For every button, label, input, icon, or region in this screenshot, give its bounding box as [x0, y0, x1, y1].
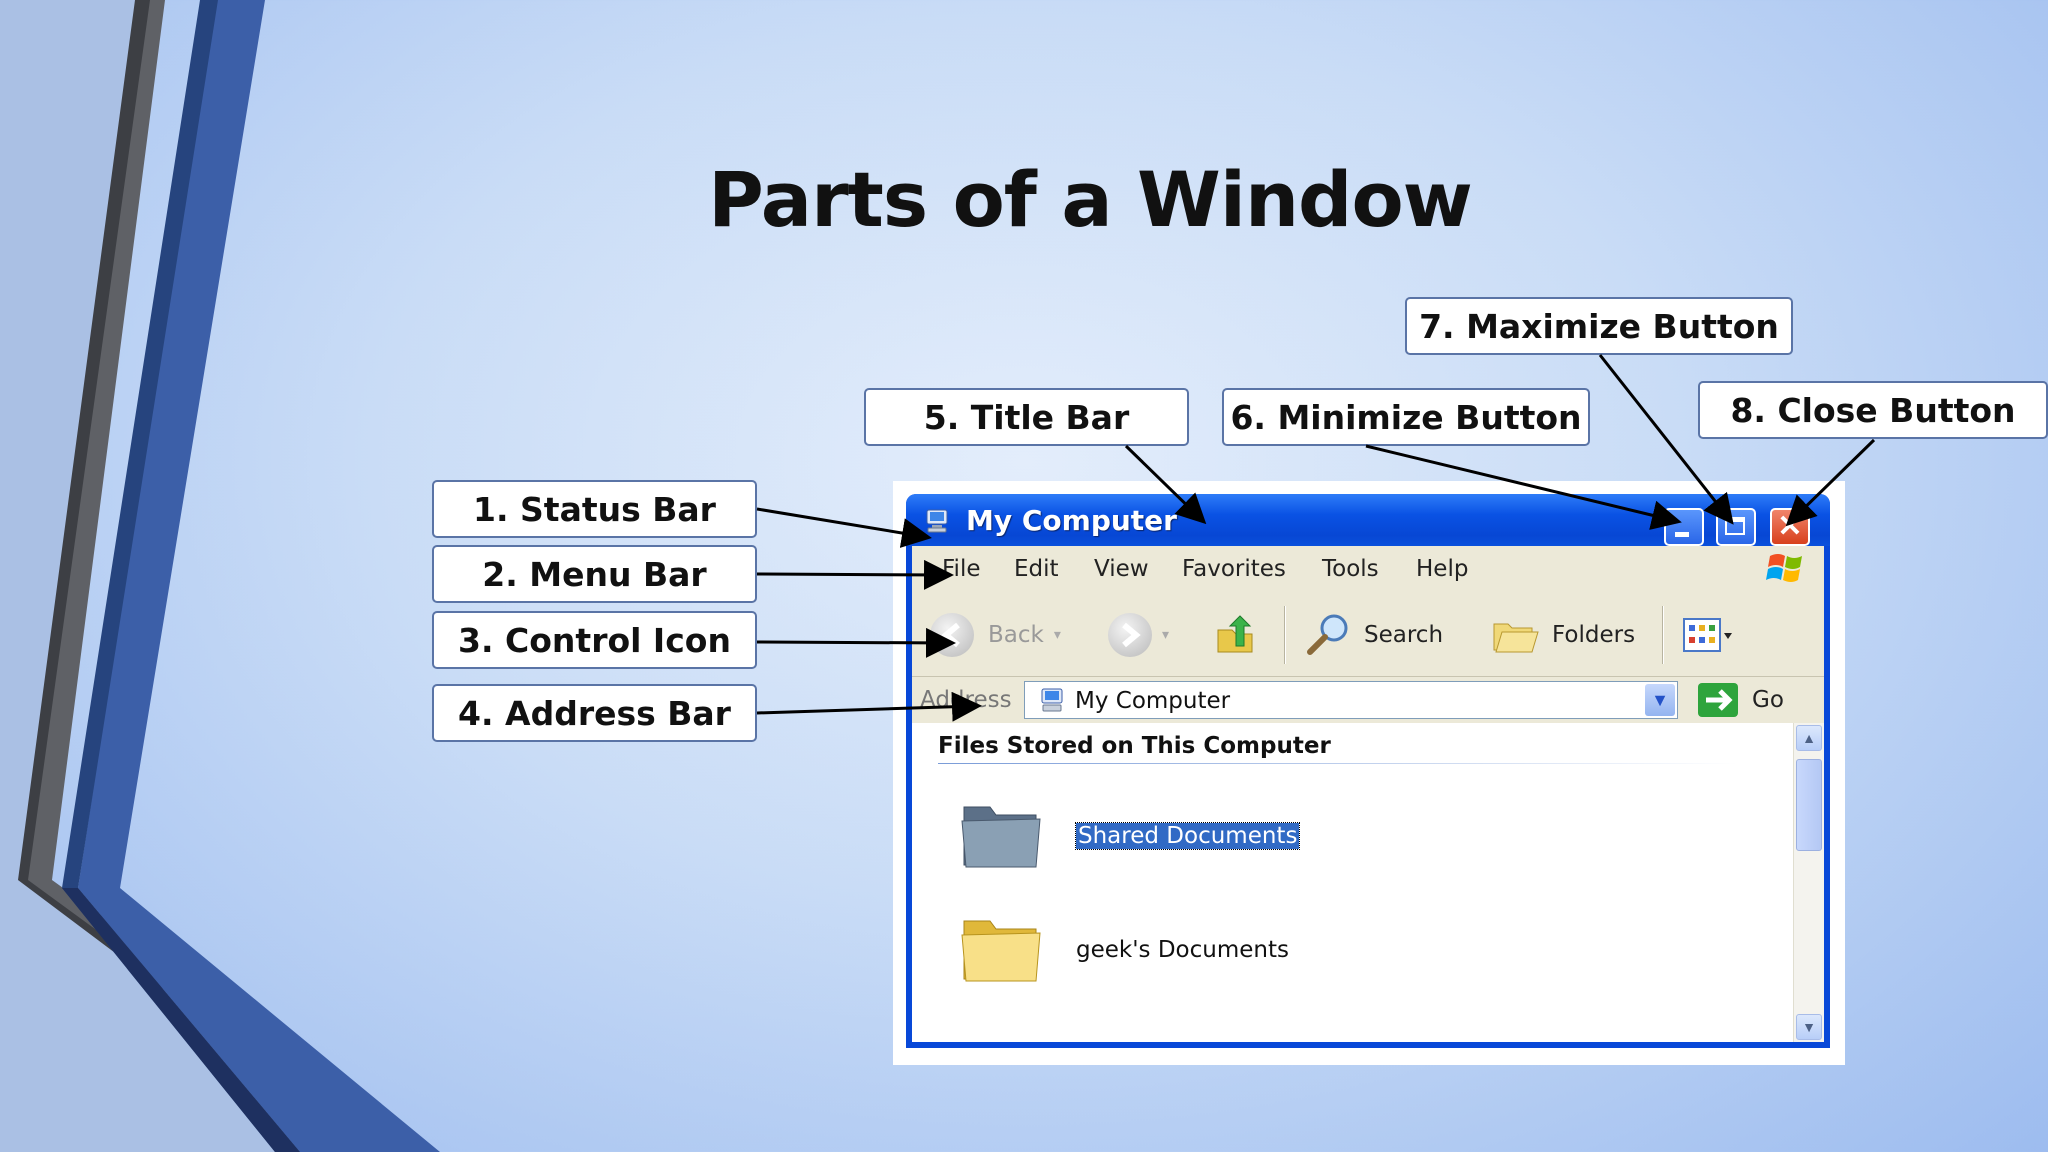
- shared-folder-icon: [961, 806, 1041, 868]
- window-body: File Edit View Favorites Tools Help Back…: [912, 546, 1824, 1042]
- menu-favorites[interactable]: Favorites: [1182, 556, 1286, 582]
- menu-tools[interactable]: Tools: [1322, 556, 1379, 582]
- vertical-scrollbar[interactable]: ▲ ▼: [1793, 723, 1824, 1042]
- close-icon: ✕: [1777, 510, 1803, 543]
- up-folder-button[interactable]: [1212, 612, 1258, 658]
- group-divider: [938, 763, 1738, 764]
- scroll-up-icon[interactable]: ▲: [1796, 725, 1822, 751]
- list-item[interactable]: Shared Documents: [958, 797, 1558, 887]
- views-icon: [1683, 618, 1732, 652]
- back-button[interactable]: Back ▾: [930, 612, 1061, 658]
- back-label: Back: [988, 622, 1044, 648]
- maximize-button[interactable]: [1716, 508, 1756, 546]
- scroll-thumb[interactable]: [1796, 759, 1822, 851]
- search-icon: [1307, 614, 1348, 655]
- my-computer-icon[interactable]: [924, 508, 950, 534]
- go-button[interactable]: Go: [1698, 683, 1784, 717]
- minimize-button[interactable]: [1664, 508, 1704, 546]
- callout-control-icon: 3. Control Icon: [432, 611, 757, 669]
- callout-address-bar: 4. Address Bar: [432, 684, 757, 742]
- folders-button[interactable]: Folders: [1490, 612, 1635, 658]
- go-label: Go: [1752, 687, 1784, 713]
- forward-dropdown-icon[interactable]: ▾: [1162, 627, 1169, 643]
- up-folder-icon: [1217, 615, 1253, 653]
- callout-maximize-button: 7. Maximize Button: [1405, 297, 1793, 355]
- my-computer-icon: [1041, 688, 1063, 712]
- folder-icon: [961, 920, 1041, 982]
- group-header: Files Stored on This Computer: [938, 733, 1331, 759]
- callout-minimize-button: 6. Minimize Button: [1222, 388, 1590, 446]
- toolbar-separator: [1662, 606, 1664, 664]
- menu-view[interactable]: View: [1094, 556, 1149, 582]
- menu-edit[interactable]: Edit: [1014, 556, 1059, 582]
- close-button[interactable]: ✕: [1770, 508, 1810, 546]
- search-button[interactable]: Search: [1304, 612, 1443, 658]
- address-value: My Computer: [1075, 688, 1231, 714]
- callout-status-bar: 1. Status Bar: [432, 480, 757, 538]
- callout-title-bar: 5. Title Bar: [864, 388, 1189, 446]
- forward-arrow-icon: [1108, 613, 1152, 657]
- back-dropdown-icon[interactable]: ▾: [1054, 627, 1061, 643]
- views-button[interactable]: [1682, 612, 1734, 658]
- window-title: My Computer: [966, 504, 1177, 537]
- windows-logo-icon: [1766, 554, 1802, 582]
- toolbar: Back ▾ ▾ Search Folders: [912, 592, 1824, 677]
- go-arrow-icon: [1698, 683, 1738, 717]
- file-list-pane: Files Stored on This Computer Shared Doc…: [912, 723, 1824, 1042]
- address-input[interactable]: My Computer ▼: [1024, 681, 1678, 719]
- file-name: Shared Documents: [1074, 822, 1301, 850]
- address-label: Address: [920, 687, 1012, 713]
- folders-icon: [1493, 623, 1539, 653]
- file-name: geek's Documents: [1076, 937, 1289, 963]
- chevron-down-icon[interactable]: ▼: [1645, 684, 1675, 716]
- menu-file[interactable]: File: [942, 556, 981, 582]
- toolbar-separator: [1284, 606, 1286, 664]
- folders-label: Folders: [1552, 622, 1636, 648]
- address-bar: Address My Computer ▼ Go: [912, 677, 1824, 723]
- search-label: Search: [1364, 622, 1444, 648]
- menu-help[interactable]: Help: [1416, 556, 1468, 582]
- forward-button[interactable]: ▾: [1108, 612, 1169, 658]
- scroll-down-icon[interactable]: ▼: [1796, 1014, 1822, 1040]
- slide-title: Parts of a Window: [708, 155, 1473, 244]
- list-item[interactable]: geek's Documents: [958, 911, 1558, 1001]
- xp-window: My Computer ✕ File Edit View Favorites T…: [906, 494, 1830, 1048]
- callout-menu-bar: 2. Menu Bar: [432, 545, 757, 603]
- menu-bar: File Edit View Favorites Tools Help: [912, 546, 1824, 593]
- callout-close-button: 8. Close Button: [1698, 381, 2048, 439]
- back-arrow-icon: [930, 613, 974, 657]
- title-bar[interactable]: My Computer ✕: [906, 494, 1830, 546]
